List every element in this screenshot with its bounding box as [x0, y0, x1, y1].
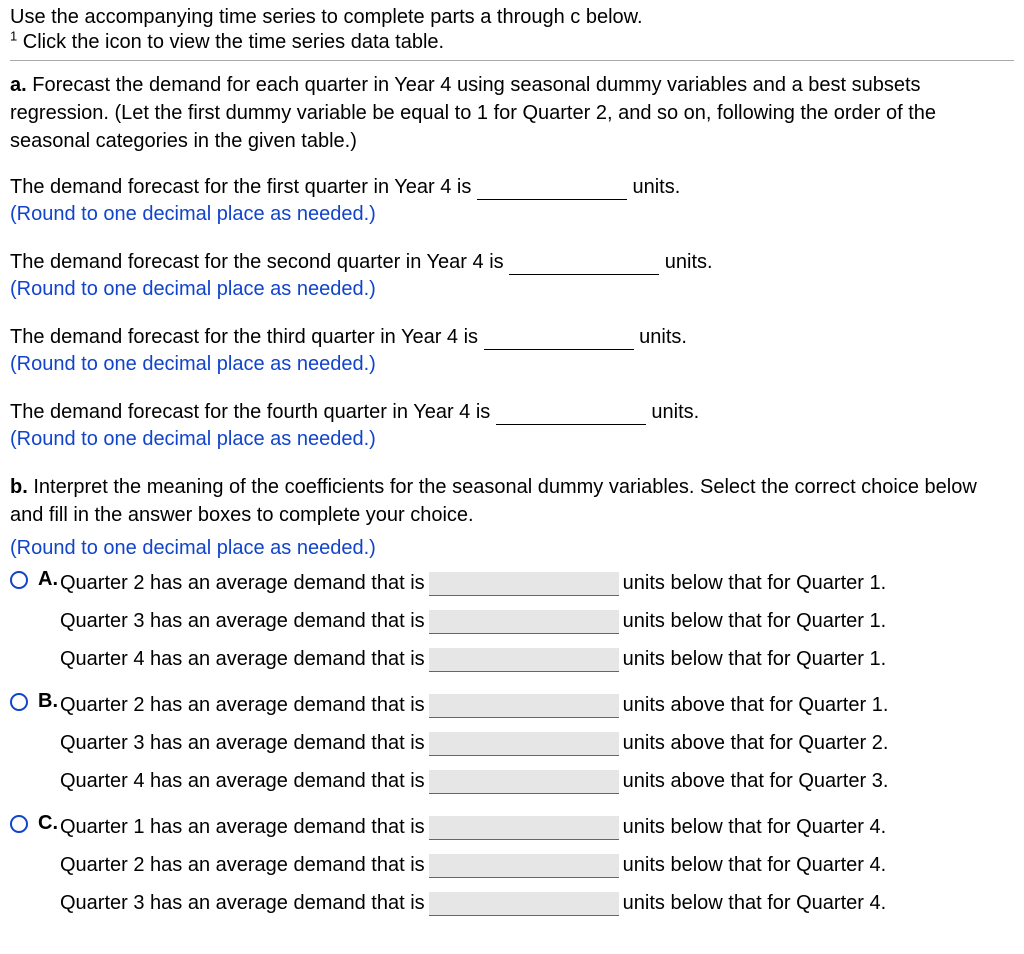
choice-b-line-1-post: units above that for Quarter 1.: [623, 690, 889, 720]
q1-pre: The demand forecast for the first quarte…: [10, 176, 477, 198]
choice-a-letter: A.: [38, 568, 60, 591]
q3-input[interactable]: [484, 327, 634, 350]
choice-b-line-3-post: units above that for Quarter 3.: [623, 766, 889, 796]
choice-a-line-2: Quarter 3 has an average demand that is …: [60, 606, 1014, 636]
choice-c-line-2-post: units below that for Quarter 4.: [623, 850, 886, 880]
part-a-text: Forecast the demand for each quarter in …: [10, 74, 936, 152]
choice-c-line-3: Quarter 3 has an average demand that is …: [60, 888, 1014, 918]
choice-c-line-1: Quarter 1 has an average demand that is …: [60, 812, 1014, 842]
part-a-heading: a. Forecast the demand for each quarter …: [10, 71, 1014, 155]
choice-a-block: A. Quarter 2 has an average demand that …: [10, 568, 1014, 682]
choice-b-line-2-pre: Quarter 3 has an average demand that is: [60, 728, 425, 758]
q1-hint: (Round to one decimal place as needed.): [10, 203, 1014, 226]
intro-line-2: 1 Click the icon to view the time series…: [10, 31, 1014, 54]
choice-c-block: C. Quarter 1 has an average demand that …: [10, 812, 1014, 926]
choice-c-line-2: Quarter 2 has an average demand that is …: [60, 850, 1014, 880]
choice-b-line-1-pre: Quarter 2 has an average demand that is: [60, 690, 425, 720]
choice-b-letter: B.: [38, 690, 60, 713]
choice-a-line-3: Quarter 4 has an average demand that is …: [60, 644, 1014, 674]
divider: [10, 60, 1014, 61]
q1-input[interactable]: [477, 177, 627, 200]
choice-a-input-2[interactable]: [429, 610, 619, 634]
choice-b-line-2-post: units above that for Quarter 2.: [623, 728, 889, 758]
intro-line-1: Use the accompanying time series to comp…: [10, 6, 1014, 29]
choice-a-line-1-pre: Quarter 2 has an average demand that is: [60, 568, 425, 598]
choice-a-line-3-post: units below that for Quarter 1.: [623, 644, 886, 674]
choice-b-input-1[interactable]: [429, 694, 619, 718]
radio-c[interactable]: [10, 815, 28, 833]
choice-a-input-3[interactable]: [429, 648, 619, 672]
part-b-heading: b. Interpret the meaning of the coeffici…: [10, 473, 1014, 529]
q4-input[interactable]: [496, 402, 646, 425]
choice-a-line-1-post: units below that for Quarter 1.: [623, 568, 886, 598]
choice-a-line-1: Quarter 2 has an average demand that is …: [60, 568, 1014, 598]
choice-a-input-1[interactable]: [429, 572, 619, 596]
q2-input[interactable]: [509, 252, 659, 275]
answer-block-q2: The demand forecast for the second quart…: [10, 248, 1014, 301]
answer-block-q3: The demand forecast for the third quarte…: [10, 323, 1014, 376]
answer-block-q4: The demand forecast for the fourth quart…: [10, 398, 1014, 451]
choice-c-line-3-pre: Quarter 3 has an average demand that is: [60, 888, 425, 918]
choice-b-line-3-pre: Quarter 4 has an average demand that is: [60, 766, 425, 796]
radio-b[interactable]: [10, 693, 28, 711]
part-a-label: a.: [10, 74, 27, 96]
answer-block-q1: The demand forecast for the first quarte…: [10, 173, 1014, 226]
q3-pre: The demand forecast for the third quarte…: [10, 326, 484, 348]
part-b-label: b.: [10, 476, 28, 498]
choice-a-line-2-post: units below that for Quarter 1.: [623, 606, 886, 636]
footnote-text: Click the icon to view the time series d…: [17, 31, 444, 53]
q2-hint: (Round to one decimal place as needed.): [10, 278, 1014, 301]
part-b-hint: (Round to one decimal place as needed.): [10, 537, 1014, 560]
choice-b-input-3[interactable]: [429, 770, 619, 794]
choice-c-line-1-post: units below that for Quarter 4.: [623, 812, 886, 842]
q2-post: units.: [659, 251, 712, 273]
choice-a-line-3-pre: Quarter 4 has an average demand that is: [60, 644, 425, 674]
choice-a-line-2-pre: Quarter 3 has an average demand that is: [60, 606, 425, 636]
question-page: Use the accompanying time series to comp…: [0, 0, 1024, 942]
radio-a[interactable]: [10, 571, 28, 589]
choice-b-input-2[interactable]: [429, 732, 619, 756]
q3-hint: (Round to one decimal place as needed.): [10, 353, 1014, 376]
choice-c-line-3-post: units below that for Quarter 4.: [623, 888, 886, 918]
q3-post: units.: [634, 326, 687, 348]
q4-pre: The demand forecast for the fourth quart…: [10, 401, 496, 423]
q2-pre: The demand forecast for the second quart…: [10, 251, 509, 273]
q4-post: units.: [646, 401, 699, 423]
choice-c-input-1[interactable]: [429, 816, 619, 840]
choice-b-line-1: Quarter 2 has an average demand that is …: [60, 690, 1014, 720]
choice-c-input-2[interactable]: [429, 854, 619, 878]
choice-c-line-2-pre: Quarter 2 has an average demand that is: [60, 850, 425, 880]
q4-hint: (Round to one decimal place as needed.): [10, 428, 1014, 451]
choice-b-line-2: Quarter 3 has an average demand that is …: [60, 728, 1014, 758]
q1-post: units.: [627, 176, 680, 198]
choice-b-block: B. Quarter 2 has an average demand that …: [10, 690, 1014, 804]
choice-b-line-3: Quarter 4 has an average demand that is …: [60, 766, 1014, 796]
part-b-text: Interpret the meaning of the coefficient…: [10, 476, 977, 526]
choice-c-input-3[interactable]: [429, 892, 619, 916]
choice-c-letter: C.: [38, 812, 60, 835]
choice-c-line-1-pre: Quarter 1 has an average demand that is: [60, 812, 425, 842]
